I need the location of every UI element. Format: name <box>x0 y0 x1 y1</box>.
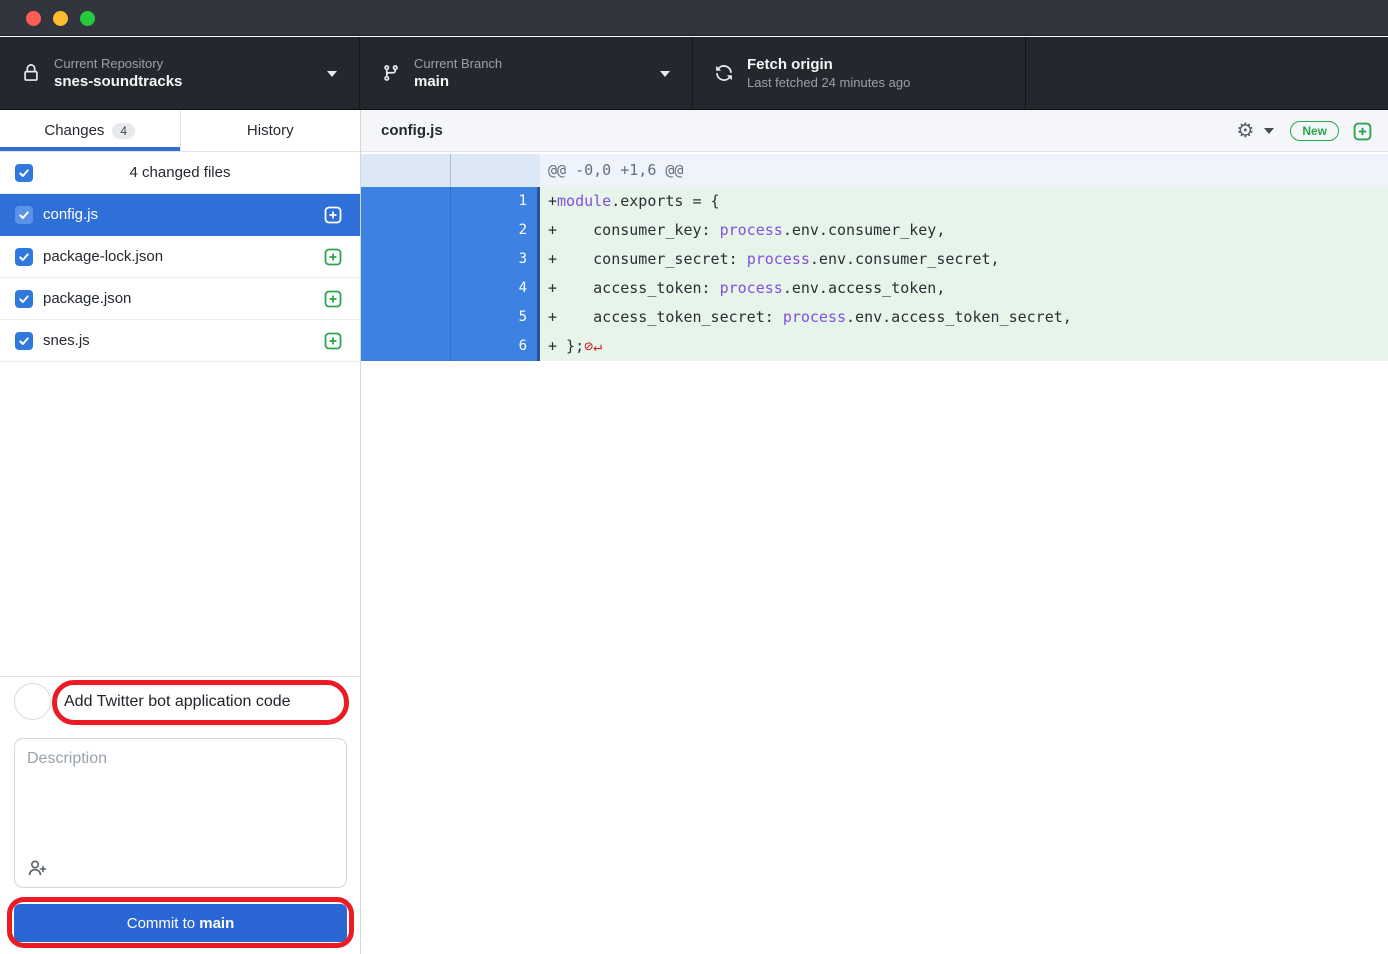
tab-changes-label: Changes <box>44 122 104 139</box>
diff-toolbar: ⚙ New <box>1236 110 1372 152</box>
gear-icon[interactable]: ⚙ <box>1236 121 1254 141</box>
commit-summary-input[interactable] <box>64 687 338 717</box>
old-line-number <box>361 245 451 274</box>
changed-file-list: config.js package-lock.json package.json… <box>0 194 360 362</box>
diff-lines: 1+module.exports = {2+ consumer_key: pro… <box>361 187 1388 361</box>
new-line-number: 4 <box>451 274 537 303</box>
tab-history[interactable]: History <box>180 110 361 151</box>
commit-to-main-button[interactable]: Commit to main <box>14 904 347 942</box>
select-all-row: 4 changed files <box>0 152 360 194</box>
diff-line-6[interactable]: 6+ };⊘↵ <box>361 332 1388 361</box>
old-line-number <box>361 332 451 361</box>
diff-pane: config.js ⚙ New @@ -0,0 +1,6 @@ 1+module… <box>361 110 1388 954</box>
diff-code-text: + consumer_secret: process.env.consumer_… <box>540 245 1388 274</box>
file-row-package-lock.json[interactable]: package-lock.json <box>0 236 360 278</box>
diff-code-text: + };⊘↵ <box>540 332 1388 361</box>
titlebar <box>0 0 1388 36</box>
fullscreen-window-button[interactable] <box>80 11 95 26</box>
minimize-window-button[interactable] <box>53 11 68 26</box>
file-row-config.js[interactable]: config.js <box>0 194 360 236</box>
fetch-origin-status: Last fetched 24 minutes ago <box>747 75 910 90</box>
new-file-badge: New <box>1290 121 1339 141</box>
commit-button-label: Commit to <box>127 915 200 932</box>
commit-description-box <box>14 738 347 888</box>
expand-plus-icon[interactable] <box>1353 122 1372 141</box>
tab-history-label: History <box>247 122 294 139</box>
hunk-header-text: @@ -0,0 +1,6 @@ <box>540 154 1388 187</box>
tab-changes[interactable]: Changes 4 <box>0 110 180 151</box>
commit-description-input[interactable] <box>15 739 346 851</box>
sync-icon <box>715 64 733 82</box>
diff-code-text: + access_token_secret: process.env.acces… <box>540 303 1388 332</box>
current-repository-label: Current Repository <box>54 56 182 71</box>
file-name: package-lock.json <box>43 248 163 265</box>
diff-line-4[interactable]: 4+ access_token: process.env.access_toke… <box>361 274 1388 303</box>
diff-body: @@ -0,0 +1,6 @@ 1+module.exports = {2+ c… <box>361 152 1388 361</box>
diff-code-text: +module.exports = { <box>540 187 1388 216</box>
file-name: package.json <box>43 290 131 307</box>
diff-gutter[interactable]: 2 <box>361 216 540 245</box>
diff-gutter[interactable]: 6 <box>361 332 540 361</box>
file-checkbox[interactable] <box>15 290 33 308</box>
lock-icon <box>22 64 40 82</box>
file-checkbox[interactable] <box>15 332 33 350</box>
diff-gutter[interactable]: 1 <box>361 187 540 216</box>
diff-line-1[interactable]: 1+module.exports = { <box>361 187 1388 216</box>
fetch-origin-button[interactable]: Fetch origin Last fetched 24 minutes ago <box>693 37 1026 109</box>
old-line-number <box>361 216 451 245</box>
diff-header: config.js ⚙ New <box>361 110 1388 152</box>
added-file-icon <box>324 248 342 266</box>
changes-count-badge: 4 <box>112 123 135 139</box>
new-line-number: 1 <box>451 187 537 216</box>
current-repository-dropdown[interactable]: Current Repository snes-soundtracks <box>0 37 360 109</box>
changes-sidebar: Changes 4 History 4 changed files config… <box>0 110 361 954</box>
file-checkbox[interactable] <box>15 248 33 266</box>
select-all-checkbox[interactable] <box>15 164 33 182</box>
current-repository-value: snes-soundtracks <box>54 73 182 90</box>
chevron-down-icon <box>327 71 337 77</box>
file-name: config.js <box>43 206 98 223</box>
hunk-header-row: @@ -0,0 +1,6 @@ <box>361 154 1388 187</box>
diff-code-text: + access_token: process.env.access_token… <box>540 274 1388 303</box>
file-row-snes.js[interactable]: snes.js <box>0 320 360 362</box>
diff-gutter[interactable]: 5 <box>361 303 540 332</box>
new-line-number: 3 <box>451 245 537 274</box>
commit-button-branch: main <box>199 915 234 932</box>
diff-file-name: config.js <box>381 122 443 139</box>
file-row-package.json[interactable]: package.json <box>0 278 360 320</box>
chevron-down-icon <box>660 71 670 77</box>
file-checkbox[interactable] <box>15 206 33 224</box>
old-line-number <box>361 303 451 332</box>
added-file-icon <box>324 206 342 224</box>
old-line-number <box>361 274 451 303</box>
git-branch-icon <box>382 64 400 82</box>
changed-files-count: 4 changed files <box>130 164 231 181</box>
diff-gutter[interactable]: 4 <box>361 274 540 303</box>
new-line-number: 5 <box>451 303 537 332</box>
toolbar: Current Repository snes-soundtracks Curr… <box>0 37 1388 110</box>
sidebar-tabs: Changes 4 History <box>0 110 360 152</box>
diff-line-2[interactable]: 2+ consumer_key: process.env.consumer_ke… <box>361 216 1388 245</box>
old-line-number <box>361 187 451 216</box>
fetch-origin-label: Fetch origin <box>747 56 910 73</box>
diff-code-text: + consumer_key: process.env.consumer_key… <box>540 216 1388 245</box>
new-line-number: 6 <box>451 332 537 361</box>
avatar <box>14 683 51 720</box>
file-name: snes.js <box>43 332 90 349</box>
diff-gutter[interactable]: 3 <box>361 245 540 274</box>
current-branch-label: Current Branch <box>414 56 502 71</box>
added-file-icon <box>324 290 342 308</box>
commit-area: Commit to main <box>0 676 360 954</box>
new-line-number: 2 <box>451 216 537 245</box>
add-coauthor-icon[interactable] <box>27 858 49 878</box>
diff-line-3[interactable]: 3+ consumer_secret: process.env.consumer… <box>361 245 1388 274</box>
current-branch-value: main <box>414 73 502 90</box>
added-file-icon <box>324 332 342 350</box>
diff-line-5[interactable]: 5+ access_token_secret: process.env.acce… <box>361 303 1388 332</box>
chevron-down-icon[interactable] <box>1264 128 1274 134</box>
close-window-button[interactable] <box>26 11 41 26</box>
current-branch-dropdown[interactable]: Current Branch main <box>360 37 693 109</box>
